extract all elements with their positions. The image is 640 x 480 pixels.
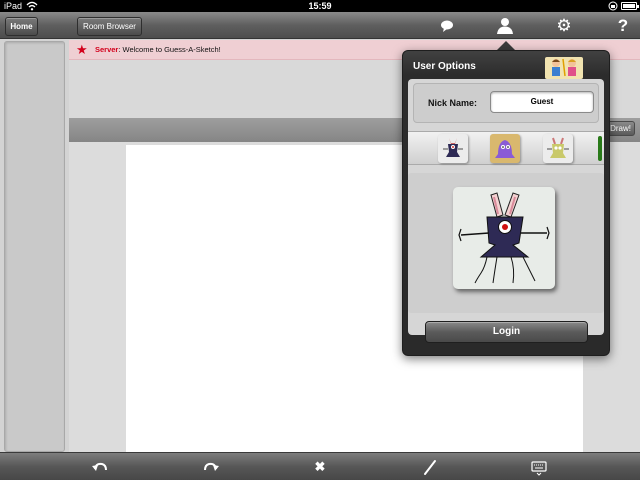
nick-name-label: Nick Name: <box>428 98 478 108</box>
gear-icon[interactable]: ⚙ <box>553 16 575 36</box>
login-button[interactable]: Login <box>425 321 588 343</box>
star-icon: ★ <box>76 42 88 57</box>
server-label: Server <box>95 45 119 54</box>
user-options-popover: User Options Nick Name: Guest Login <box>402 50 610 356</box>
selected-avatar-preview <box>453 187 555 289</box>
avatar-thumb-1[interactable] <box>438 134 468 163</box>
bottom-toolbar: ✖ <box>0 452 640 480</box>
help-icon[interactable]: ? <box>612 16 634 36</box>
clock: 15:59 <box>308 1 332 11</box>
user-options-body: Nick Name: Guest <box>408 79 604 335</box>
avatar-thumb-2[interactable] <box>490 134 520 163</box>
server-message-text: : Welcome to Guess-A-Sketch! <box>118 45 221 54</box>
home-button[interactable]: Home <box>5 17 38 36</box>
room-browser-button[interactable]: Room Browser <box>77 17 142 36</box>
avatar-thumb-3[interactable] <box>543 134 573 163</box>
battery-icon <box>621 2 639 10</box>
pen-icon[interactable] <box>420 458 440 476</box>
status-bar: iPad 15:59 <box>0 0 640 12</box>
redo-icon[interactable] <box>201 458 221 476</box>
clear-icon[interactable]: ✖ <box>310 458 330 476</box>
undo-icon[interactable] <box>90 458 110 476</box>
nick-name-input[interactable]: Guest <box>490 91 594 113</box>
nick-name-row: Nick Name: Guest <box>413 83 599 123</box>
keyboard-icon[interactable] <box>529 458 549 476</box>
top-toolbar: Home Room Browser ⚙ ? <box>0 12 640 39</box>
avatar-strip-scrollbar <box>598 136 602 161</box>
chat-icon[interactable] <box>436 16 458 36</box>
kids-logo <box>545 57 583 79</box>
avatar-picker[interactable] <box>408 131 604 165</box>
user-icon[interactable] <box>494 16 516 36</box>
avatar-preview-area <box>408 173 604 313</box>
popover-title: User Options <box>413 61 476 72</box>
player-list-panel <box>4 41 65 452</box>
